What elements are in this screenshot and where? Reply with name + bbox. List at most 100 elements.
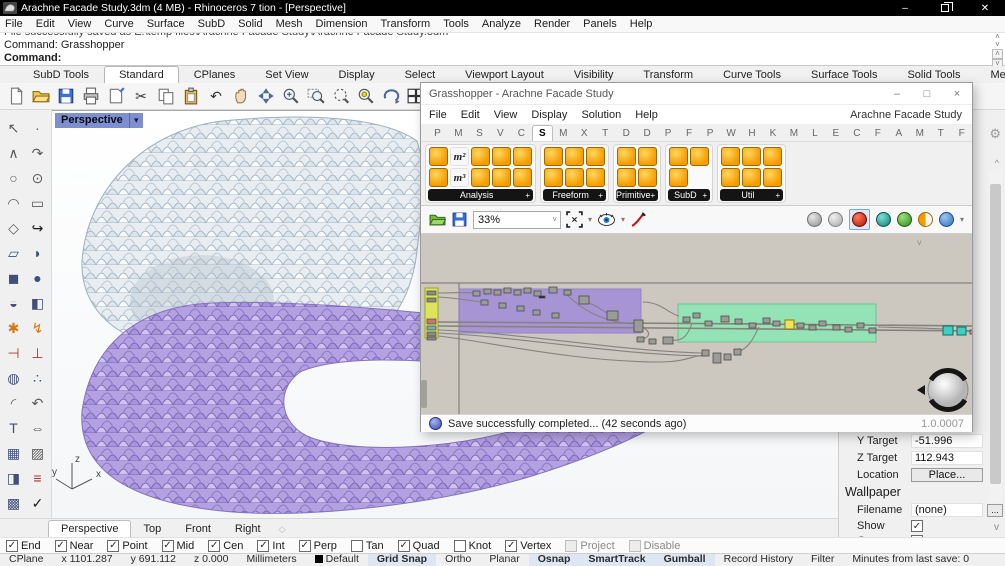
gh-tab-18[interactable]: L (804, 126, 825, 141)
menu-surface[interactable]: Surface (147, 18, 185, 30)
analysis-group-label[interactable]: Analysis + (428, 189, 533, 201)
tool-box-icon[interactable]: ◼ (2, 266, 26, 290)
dropdown-icon[interactable]: ▾ (621, 215, 625, 224)
cut-button[interactable]: ✂ (130, 85, 152, 107)
planar-toggle[interactable]: Planar (480, 553, 528, 566)
util-group-label[interactable]: Util + (720, 189, 784, 201)
cplane-cell[interactable]: CPlane (0, 553, 52, 566)
gh-gem-shaded-icon[interactable] (827, 212, 843, 227)
tool-boolean-icon[interactable]: ◍ (2, 366, 26, 390)
browse-button[interactable]: ... (987, 503, 1003, 517)
gh-zoom-select[interactable]: 33% ˅ (473, 210, 561, 229)
viewport-tab-top[interactable]: Top (131, 521, 173, 537)
subd-group-label[interactable]: SubD + (668, 189, 711, 201)
osnap-cen-checkbox[interactable]: ✓ (208, 539, 221, 552)
analysis-component-icon[interactable] (492, 147, 511, 166)
zoom-in-button[interactable] (280, 85, 302, 107)
tool-point-cloud-icon[interactable]: ∴ (26, 366, 50, 390)
primitive-group-label[interactable]: Primitive + (616, 189, 659, 201)
tool-solid-tools-icon[interactable]: ◨ (2, 466, 26, 490)
menu-edit[interactable]: Edit (36, 18, 55, 30)
tool-surface-plane-icon[interactable]: ▱ (2, 241, 26, 265)
gh-menu-solution[interactable]: Solution (581, 109, 621, 121)
tool-grid-array-icon[interactable]: ▩ (2, 491, 26, 515)
util-component-icon[interactable] (763, 168, 783, 187)
tab-visibility[interactable]: Visibility (559, 66, 629, 83)
osnap-perp-checkbox[interactable]: ✓ (298, 539, 311, 552)
gh-gem-green-icon[interactable] (896, 212, 912, 227)
tab-display[interactable]: Display (324, 66, 390, 83)
expand-icon[interactable]: + (776, 191, 784, 200)
primitive-component-icon[interactable] (638, 147, 658, 166)
panel-gear-icon[interactable]: ⚙ (989, 126, 1001, 142)
command-scrollbar[interactable]: ˄ ˅ ˄ ˅ (991, 33, 1004, 69)
record-history-toggle[interactable]: Record History (715, 553, 802, 566)
tab-mesh-tools[interactable]: Mesh Tools (975, 66, 1005, 83)
primitive-component-icon[interactable] (638, 168, 658, 187)
grasshopper-title-bar[interactable]: Grasshopper - Arachne Facade Study – □ × (421, 83, 972, 105)
tool-extrude-icon[interactable]: ◒ (2, 291, 26, 315)
rotate-view-button[interactable] (255, 85, 277, 107)
scroll-down-icon[interactable]: ˅ (995, 41, 1000, 49)
gh-teal-node[interactable] (956, 326, 967, 336)
osnap-vertex-checkbox[interactable]: ✓ (505, 539, 518, 552)
analysis-component-icon[interactable] (471, 168, 490, 187)
gh-tab-maths[interactable]: M (448, 126, 469, 141)
gh-gem-red-icon[interactable] (851, 212, 867, 227)
tab-curve-tools[interactable]: Curve Tools (708, 66, 796, 83)
tool-hatch-icon[interactable]: ▨ (26, 441, 50, 465)
osnap-mid-checkbox[interactable]: ✓ (161, 539, 174, 552)
dropdown-icon[interactable]: ▾ (960, 215, 964, 224)
util-component-icon[interactable] (721, 147, 741, 166)
gh-nav-ball[interactable] (917, 368, 969, 412)
freeform-component-icon[interactable] (544, 168, 563, 187)
tab-cplanes[interactable]: CPlanes (179, 66, 251, 83)
gh-tab-25[interactable]: F (951, 126, 972, 141)
tab-select[interactable]: Select (390, 66, 451, 83)
gh-tab-22[interactable]: A (888, 126, 909, 141)
gh-menu-edit[interactable]: Edit (461, 109, 480, 121)
tab-surface-tools[interactable]: Surface Tools (796, 66, 892, 83)
gh-teal-node[interactable] (942, 325, 954, 336)
gh-gem-blue-icon[interactable] (938, 212, 954, 227)
viewport-tab-perspective[interactable]: Perspective (48, 520, 132, 537)
util-component-icon[interactable] (742, 168, 762, 187)
menu-panels[interactable]: Panels (583, 18, 617, 30)
gh-panel-node[interactable] (784, 319, 795, 330)
analysis-component-icon[interactable] (429, 168, 448, 187)
util-component-icon[interactable] (721, 168, 741, 187)
osnap-toggle[interactable]: Osnap (528, 553, 580, 566)
menu-help[interactable]: Help (630, 18, 653, 30)
gh-tab-params[interactable]: P (427, 126, 448, 141)
osnap-int-checkbox[interactable]: ✓ (257, 539, 270, 552)
gh-tab-21[interactable]: F (867, 126, 888, 141)
analysis-component-icon[interactable] (471, 147, 490, 166)
freeform-component-icon[interactable] (565, 147, 584, 166)
grasshopper-close-button[interactable]: × (942, 88, 972, 100)
subd-component-icon[interactable] (690, 147, 710, 166)
gh-gem-orange-icon[interactable] (917, 212, 933, 227)
tool-sphere-icon[interactable]: ● (26, 266, 50, 290)
osnap-disable-checkbox[interactable] (628, 539, 641, 552)
menu-subd[interactable]: SubD (198, 18, 226, 30)
new-viewport-icon[interactable]: ◇ (273, 522, 292, 537)
tab-set-view[interactable]: Set View (250, 66, 323, 83)
grasshopper-minimize-button[interactable]: – (882, 88, 912, 100)
gh-document-selector[interactable]: Arachne Facade Study (850, 109, 972, 121)
osnap-cen[interactable]: ✓ Cen (208, 539, 243, 552)
osnap-near[interactable]: ✓ Near (54, 539, 93, 552)
paste-button[interactable] (180, 85, 202, 107)
freeform-component-icon[interactable] (565, 168, 584, 187)
osnap-project[interactable]: Project (565, 539, 615, 552)
pan-button[interactable] (230, 85, 252, 107)
tool-single-point-icon[interactable]: ∙ (26, 116, 50, 140)
freeform-group-label[interactable]: Freeform + (543, 189, 606, 201)
viewport-title-label[interactable]: Perspective (55, 113, 129, 128)
filename-value[interactable]: (none) (911, 503, 983, 517)
freeform-component-icon[interactable] (544, 147, 563, 166)
freeform-component-icon[interactable] (586, 168, 605, 187)
viewport-title[interactable]: Perspective ▾ (55, 113, 143, 128)
minimize-button[interactable]: – (885, 0, 925, 16)
gh-zoom-extents-button[interactable] (566, 211, 583, 228)
gh-tab-surface[interactable]: S (531, 125, 553, 141)
